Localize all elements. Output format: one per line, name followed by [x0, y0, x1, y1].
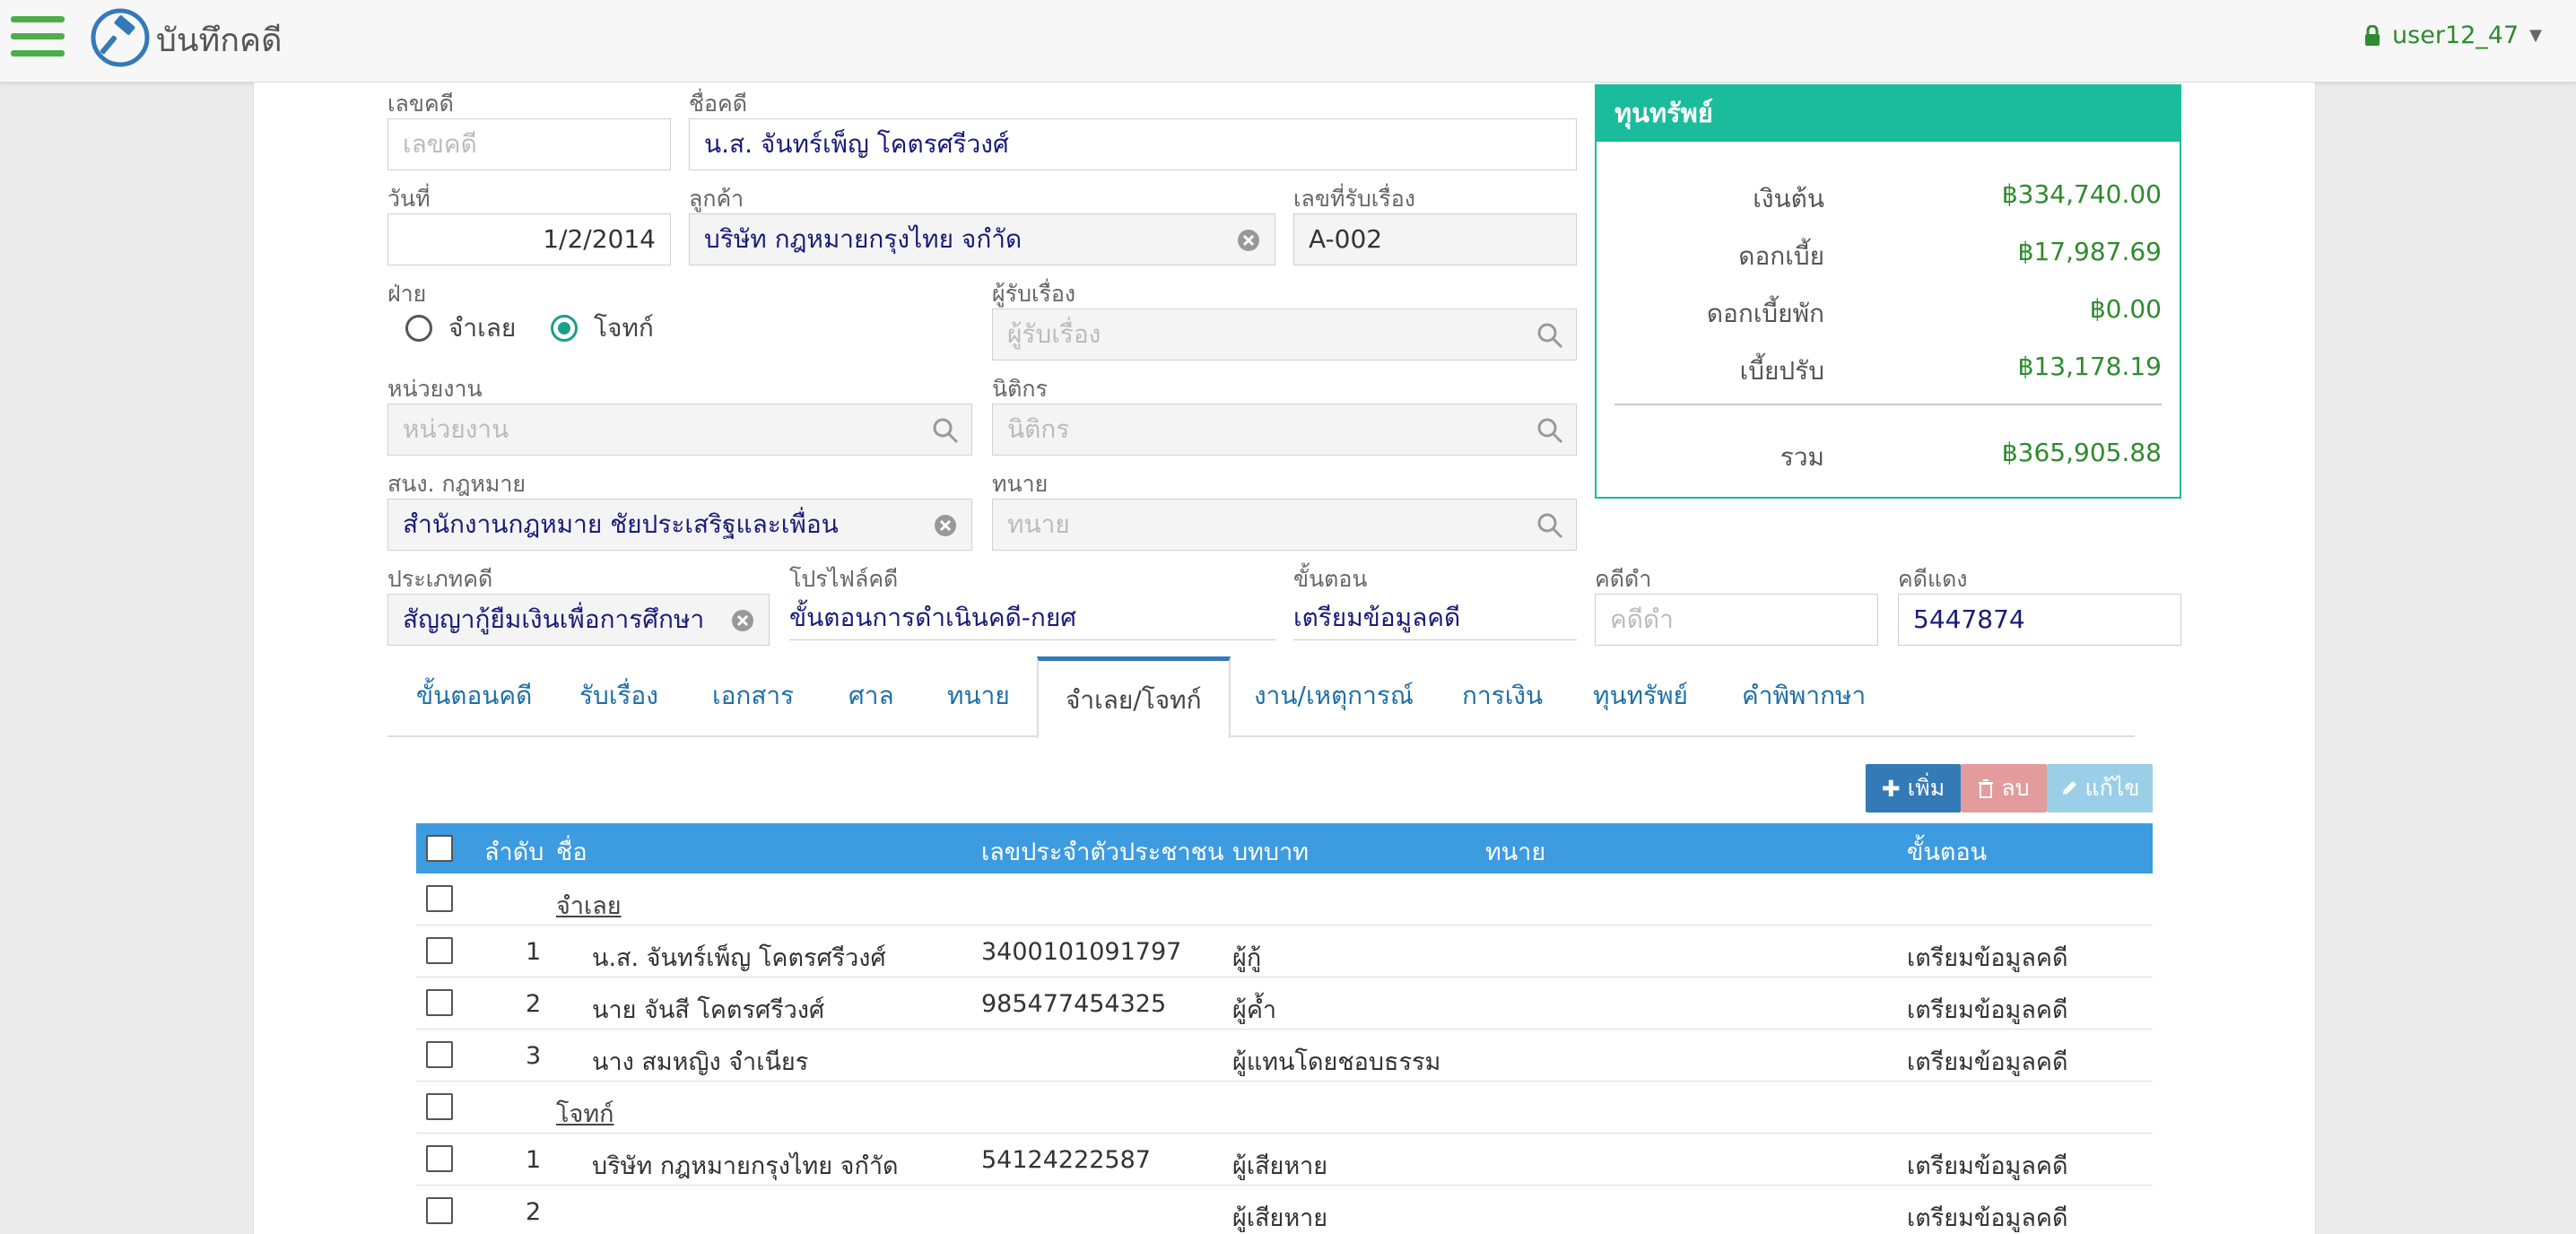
black-case-label: คดีดำ — [1595, 566, 1652, 592]
case-type-select[interactable]: สัญญากู้ยืมเงินเพื่อการศึกษา — [387, 594, 770, 646]
receiver-search[interactable]: ผู้รับเรื่อง — [992, 308, 1577, 361]
case-type-label: ประเภทคดี — [387, 566, 493, 592]
assets-title: ทุนทรัพย์ — [1597, 86, 2180, 142]
table-group-row[interactable]: จำเลย — [416, 873, 2153, 926]
delete-button[interactable]: ลบ — [1961, 764, 2047, 813]
row-checkbox[interactable] — [426, 937, 453, 964]
side-radio-defendant[interactable]: จำเลย — [405, 308, 516, 348]
lock-icon — [2365, 24, 2380, 46]
caret-down-icon: ▼ — [2529, 26, 2542, 45]
red-case-input[interactable]: 5447874 — [1898, 594, 2181, 646]
case-no-input[interactable]: เลขคดี — [387, 118, 671, 170]
case-profile-label: โปรไฟล์คดี — [789, 566, 899, 592]
step-value: เตรียมข้อมูลคดี — [1293, 595, 1577, 640]
row-checkbox[interactable] — [426, 1093, 453, 1120]
assets-divider — [1614, 404, 2162, 405]
red-case-label: คดีแดง — [1898, 566, 1968, 592]
tab-finance[interactable]: การเงิน — [1462, 676, 1543, 716]
table-row[interactable]: 1 น.ส. จันทร์เพ็ญ โคตรศรีวงศ์ 3400101091… — [416, 926, 2153, 978]
table-row[interactable]: 1 บริษัท กฎหมายกรุงไทย จกำัด 54124222587… — [416, 1134, 2153, 1186]
row-checkbox[interactable] — [426, 1041, 453, 1068]
tab-judgment[interactable]: คำพิพากษา — [1742, 676, 1866, 716]
add-button[interactable]: ✚ เพิ่ม — [1866, 764, 1961, 813]
case-tabs: ขั้นตอนคดี รับเรื่อง เอกสาร ศาล ทนาย จำเ… — [387, 656, 2135, 739]
table-row[interactable]: 3 นาง สมหญิง จำเนียร ผู้แทนโดยชอบธรรม เต… — [416, 1030, 2153, 1082]
plus-icon: ✚ — [1881, 775, 1901, 802]
radio-icon[interactable] — [405, 315, 432, 342]
legal-officer-label: นิติกร — [992, 376, 1048, 402]
unit-label: หน่วยงาน — [387, 376, 483, 402]
unit-search[interactable]: หน่วยงาน — [387, 404, 972, 456]
legal-officer-search[interactable]: นิติกร — [992, 404, 1577, 456]
radio-selected-icon[interactable] — [551, 315, 578, 342]
table-row[interactable]: 2 นาย จันสี โคตรศรีวงศ์ 985477454325 ผู้… — [416, 978, 2153, 1030]
tab-lawyer[interactable]: ทนาย — [947, 676, 1010, 716]
lawyer-label: ทนาย — [992, 471, 1049, 497]
date-label: วันที่ — [387, 186, 431, 212]
app-title: บันทึกคดี — [156, 22, 283, 59]
side-label: ฝ่าย — [387, 281, 427, 307]
pencil-icon — [2062, 781, 2076, 795]
select-all-checkbox[interactable] — [426, 835, 453, 862]
law-office-label: สนง. กฎหมาย — [387, 471, 527, 497]
tab-case-steps[interactable]: ขั้นตอนคดี — [416, 676, 532, 716]
case-name-input[interactable]: น.ส. จันทร์เพ็ญ โคตรศรีวงศ์ — [689, 118, 1577, 170]
date-input[interactable]: 1/2/2014 — [387, 213, 671, 265]
row-checkbox[interactable] — [426, 885, 453, 912]
search-icon[interactable] — [1536, 512, 1563, 539]
row-checkbox[interactable] — [426, 989, 453, 1016]
clear-icon[interactable] — [1235, 227, 1262, 254]
lawyer-search[interactable]: ทนาย — [992, 499, 1577, 551]
assets-panel: ทุนทรัพย์ เงินต้น ฿334,740.00 ดอกเบี้ย ฿17… — [1595, 84, 2181, 499]
client-select[interactable]: บริษัท กฎหมายกรุงไทย จกำัด — [689, 213, 1275, 265]
step-label: ขั้นตอน — [1293, 566, 1368, 592]
parties-table: ลำดับ ชื่อ เลขประจำตัวประชาชน บทบาท ทนาย… — [416, 823, 2153, 1234]
username: user12_47 — [2392, 22, 2519, 49]
clear-icon[interactable] — [729, 607, 756, 634]
search-icon[interactable] — [932, 417, 959, 444]
tab-assets[interactable]: ทุนทรัพย์ — [1593, 676, 1688, 716]
user-menu[interactable]: user12_47 ▼ — [2363, 22, 2542, 49]
case-name-label: ชื่อคดี — [689, 91, 747, 117]
trash-icon — [1979, 779, 1994, 798]
edit-button[interactable]: แก้ไข — [2047, 764, 2153, 813]
receiver-label: ผู้รับเรื่อง — [992, 281, 1076, 307]
tab-tasks-events[interactable]: งาน/เหตุการณ์ — [1254, 676, 1414, 716]
tab-court[interactable]: ศาล — [849, 676, 894, 716]
table-group-row[interactable]: โจทก์ — [416, 1082, 2153, 1134]
search-icon[interactable] — [1536, 417, 1563, 444]
clear-icon[interactable] — [932, 512, 959, 539]
row-checkbox[interactable] — [426, 1197, 453, 1224]
top-navbar: บันทึกคดี user12_47 ▼ — [0, 0, 2576, 83]
gavel-logo-icon — [91, 8, 150, 67]
tab-parties[interactable]: จำเลย/โจทก์ — [1037, 656, 1231, 739]
tab-documents[interactable]: เอกสาร — [712, 676, 794, 716]
black-case-input[interactable]: คดีดำ — [1595, 594, 1878, 646]
case-profile-value: ขั้นตอนการดำเนินคดี-กยศ — [789, 595, 1275, 640]
law-office-select[interactable]: สำนักงานกฎหมาย ชัยประเสริฐและเพื่อน — [387, 499, 972, 551]
row-checkbox[interactable] — [426, 1145, 453, 1172]
table-row[interactable]: 2 ผู้เสียหาย เตรียมข้อมูลคดี — [416, 1186, 2153, 1234]
receive-no-label: เลขที่รับเรื่อง — [1293, 186, 1415, 212]
receive-no-input[interactable]: A-002 — [1293, 213, 1577, 265]
table-header: ลำดับ ชื่อ เลขประจำตัวประชาชน บทบาท ทนาย… — [416, 823, 2153, 873]
client-label: ลูกค้า — [689, 186, 744, 212]
case-no-label: เลขคดี — [387, 91, 454, 117]
search-icon[interactable] — [1536, 322, 1563, 349]
tab-intake[interactable]: รับเรื่อง — [579, 676, 658, 716]
side-radio-plaintiff[interactable]: โจทก์ — [551, 308, 654, 348]
menu-icon[interactable] — [11, 16, 65, 61]
